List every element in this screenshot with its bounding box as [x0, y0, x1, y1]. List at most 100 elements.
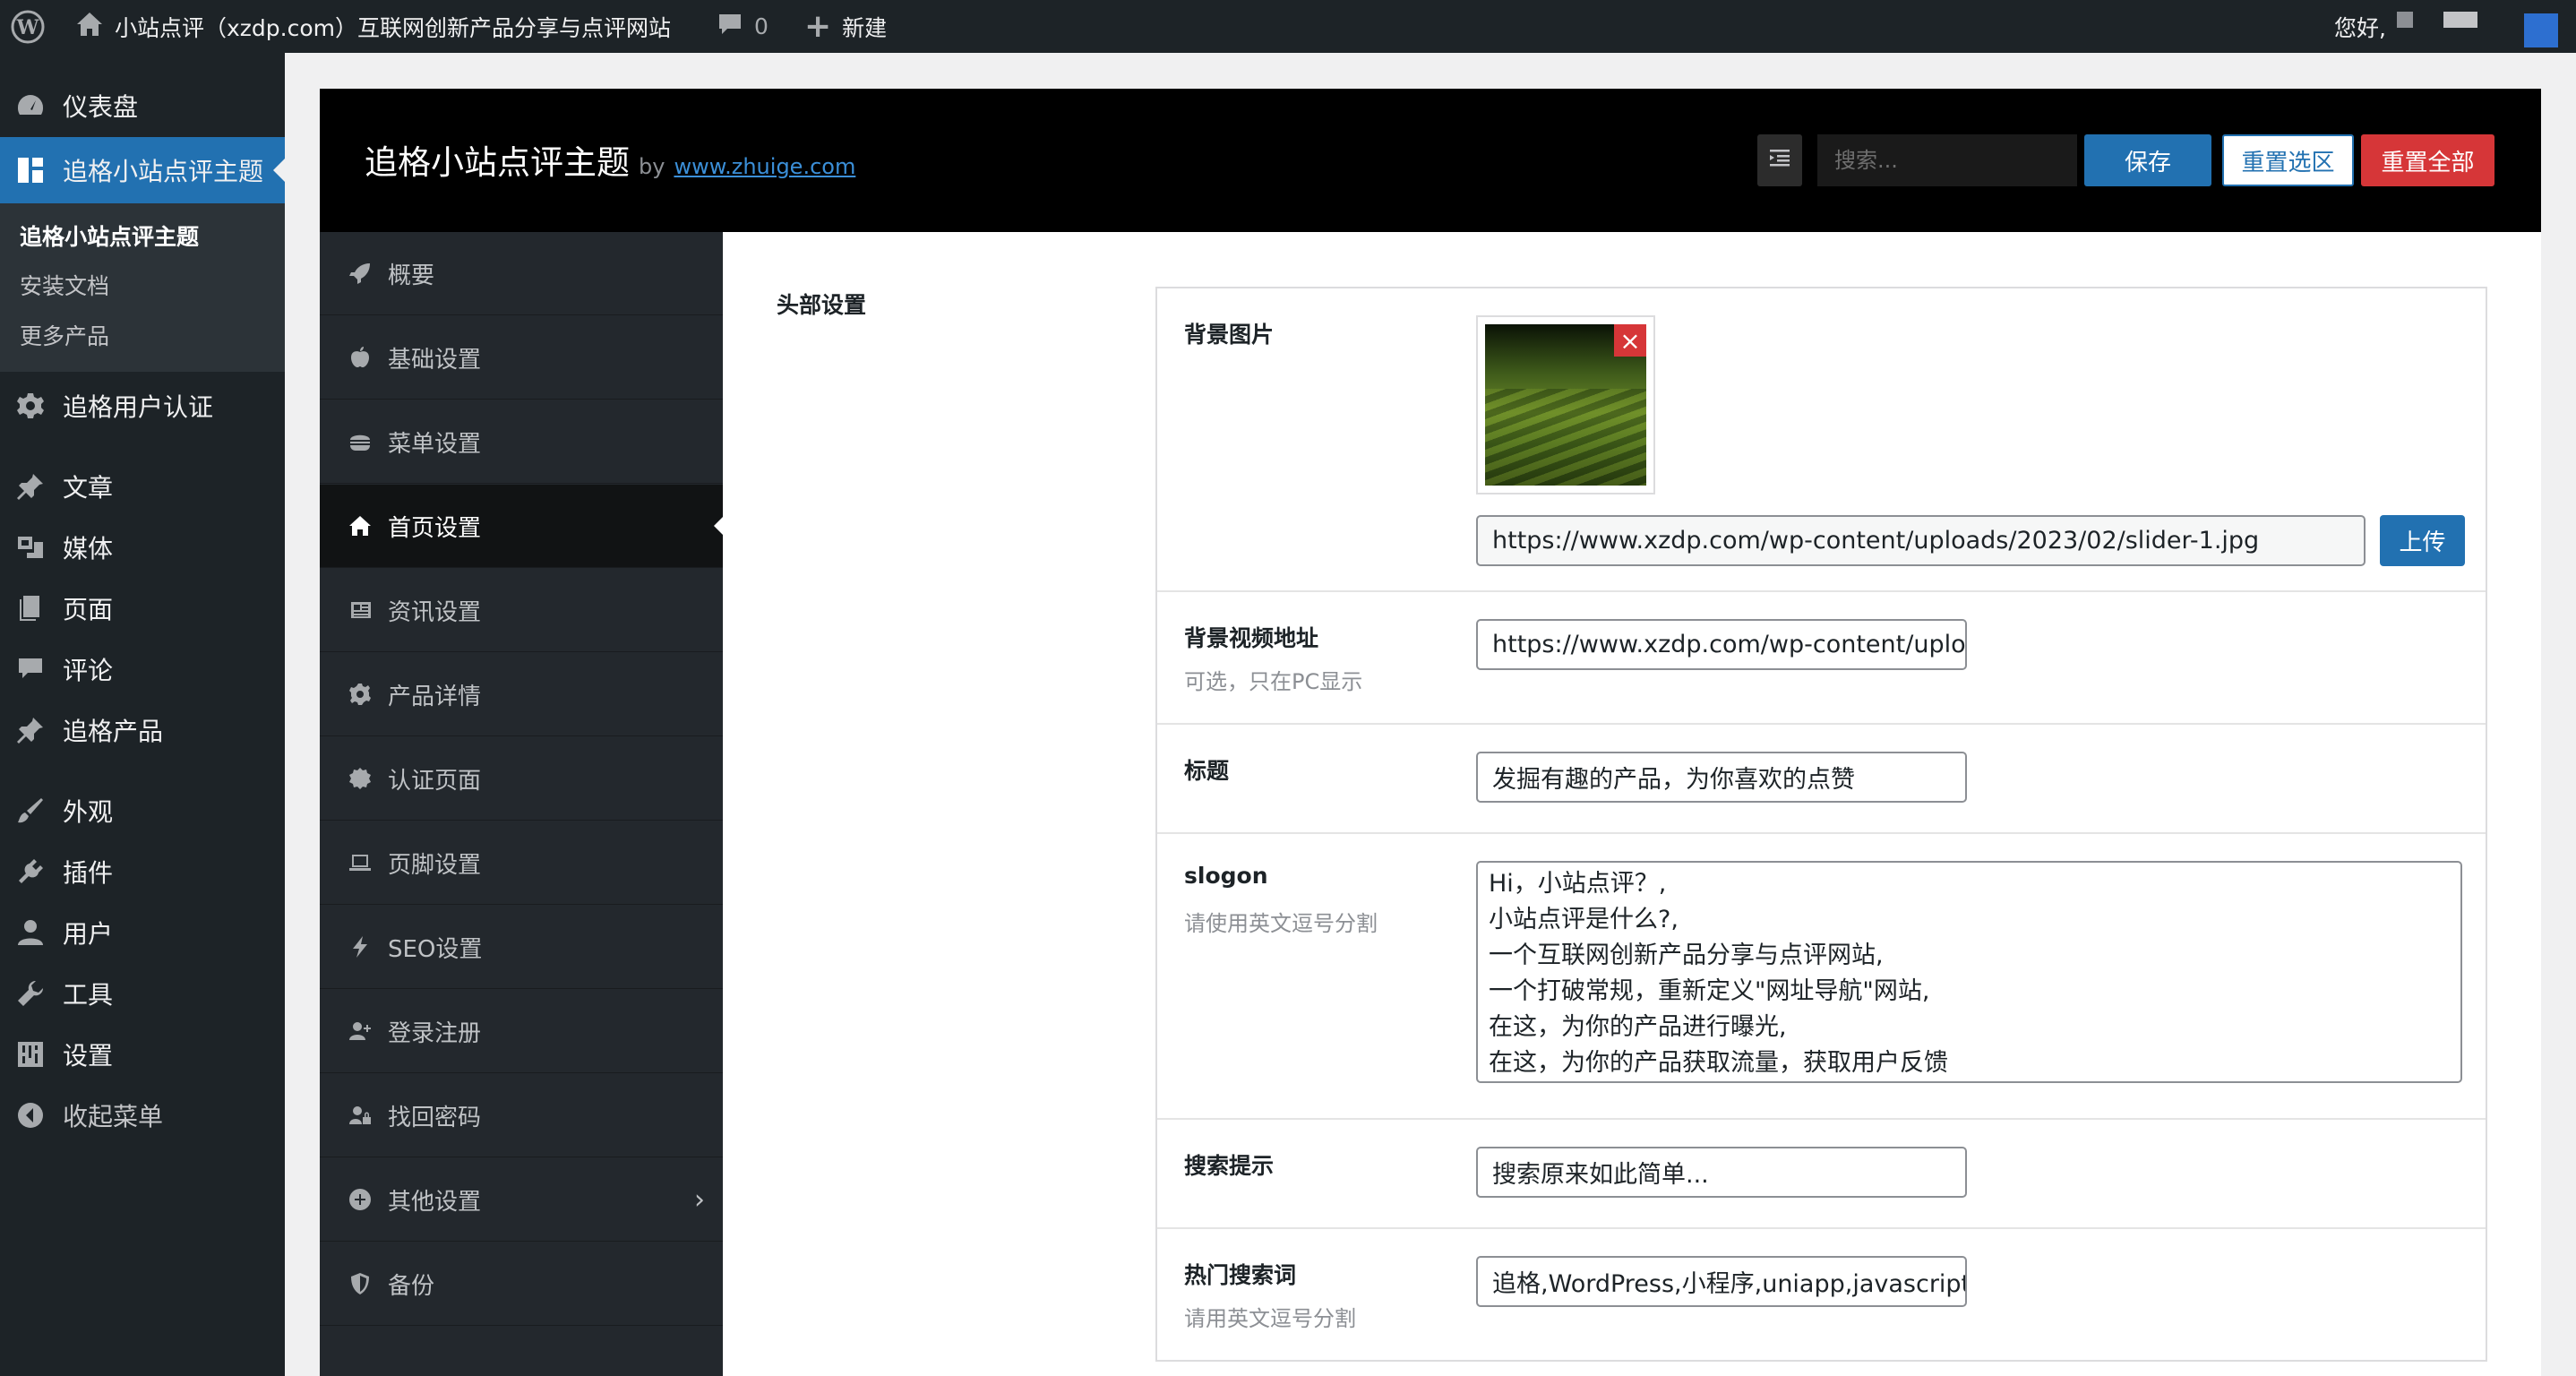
hot-words-input[interactable]: 追格,WordPress,小程序,uniapp,javascript: [1476, 1256, 1967, 1307]
nav-label: 产品详情: [388, 683, 482, 710]
nav-item-basic[interactable]: 基础设置: [320, 316, 723, 400]
pin-icon: [14, 714, 47, 746]
nav-item-password[interactable]: 找回密码: [320, 1074, 723, 1157]
nav-label: 登录注册: [388, 1019, 482, 1047]
nav-item-overview[interactable]: 概要: [320, 232, 723, 315]
title-input[interactable]: 发掘有趣的产品，为你喜欢的点赞: [1476, 752, 1967, 803]
nav-label: 页脚设置: [388, 851, 482, 879]
nav-item-product-detail[interactable]: 产品详情: [320, 653, 723, 736]
textarea-line: 一个互联网创新产品分享与点评网站,: [1489, 942, 1884, 969]
nav-item-login[interactable]: 登录注册: [320, 990, 723, 1073]
menu-appearance[interactable]: 外观: [0, 785, 285, 837]
menu-label: 收起菜单: [63, 1102, 164, 1131]
chevron-right-icon: ›: [694, 1183, 705, 1216]
panel-title: 追格小站点评主题 by www.zhuige.com: [365, 135, 855, 184]
textarea-line: 在这，为你的产品进行曝光,: [1489, 1013, 1787, 1041]
menu-tools[interactable]: 工具: [0, 968, 285, 1019]
nav-item-seo[interactable]: SEO设置: [320, 906, 723, 989]
submenu-install-docs[interactable]: 安装文档: [20, 269, 109, 301]
menu-users[interactable]: 用户: [0, 907, 285, 959]
brush-icon: [14, 795, 47, 827]
menu-label: 评论: [63, 656, 114, 685]
submenu-more-products[interactable]: 更多产品: [20, 319, 109, 351]
options-panel-header: 追格小站点评主题 by www.zhuige.com 保存 重置选区 重置全部: [320, 89, 2541, 232]
menu-label: 工具: [63, 980, 114, 1010]
new-label: 新建: [842, 14, 888, 41]
menu-label: 仪表盘: [63, 92, 139, 122]
nav-item-footer[interactable]: 页脚设置: [320, 821, 723, 905]
author-link[interactable]: www.zhuige.com: [674, 154, 855, 179]
comment-icon: [717, 12, 743, 42]
nav-item-home[interactable]: 首页设置: [320, 485, 723, 568]
page-icon: [14, 592, 47, 624]
textarea-line: 小站点评是什么?,: [1489, 906, 1679, 933]
field-description: 请用英文逗号分割: [1184, 1306, 1356, 1331]
menu-posts[interactable]: 文章: [0, 460, 285, 512]
nav-item-certification[interactable]: 认证页面: [320, 737, 723, 821]
menu-user-auth[interactable]: 追格用户认证: [0, 380, 285, 432]
plus-icon: +: [804, 7, 832, 45]
field-hot-words: 热门搜索词 请用英文逗号分割 追格,WordPress,小程序,uniapp,j…: [1157, 1229, 2486, 1360]
reset-all-button[interactable]: 重置全部: [2361, 134, 2494, 186]
field-label: 搜索提示: [1184, 1153, 1275, 1179]
admin-bar: W 小站点评（xzdp.com）互联网创新产品分享与点评网站 0 + 新建 您好…: [0, 0, 2576, 53]
new-content-link[interactable]: + 新建: [804, 0, 887, 53]
menu-dashboard[interactable]: 仪表盘: [0, 80, 285, 132]
bolt-icon: [345, 935, 375, 959]
nav-item-other[interactable]: 其他设置 ›: [320, 1158, 723, 1242]
search-hint-input[interactable]: 搜索原来如此简单...: [1476, 1147, 1967, 1198]
nav-item-backup[interactable]: 备份: [320, 1243, 723, 1326]
menu-products[interactable]: 追格产品: [0, 704, 285, 756]
expand-collapse-button[interactable]: [1757, 134, 1802, 186]
gear-icon: [345, 683, 375, 706]
menu-label: 追格产品: [63, 717, 164, 746]
slogon-textarea[interactable]: Hi，小站点评？, 小站点评是什么?, 一个互联网创新产品分享与点评网站, 一个…: [1476, 861, 2462, 1083]
nav-label: 菜单设置: [388, 430, 482, 458]
field-description: 请使用英文逗号分割: [1184, 911, 1378, 936]
nav-item-news[interactable]: 资讯设置: [320, 569, 723, 652]
my-account-link[interactable]: 您好,: [2334, 0, 2477, 53]
search-input[interactable]: [1817, 134, 2077, 186]
comments-link[interactable]: 0: [717, 0, 769, 53]
menu-label: 追格小站点评主题: [63, 157, 264, 186]
badge-icon: [345, 767, 375, 790]
image-url-input[interactable]: https://www.xzdp.com/wp-content/uploads/…: [1476, 515, 2366, 566]
menu-media[interactable]: 媒体: [0, 521, 285, 573]
upload-button[interactable]: 上传: [2380, 515, 2465, 566]
settings-icon: [14, 1038, 47, 1071]
field-description: 可选，只在PC显示: [1184, 669, 1363, 694]
pin-icon: [14, 470, 47, 503]
field-bg-video: 背景视频地址 可选，只在PC显示 https://www.xzdp.com/wp…: [1157, 592, 2486, 725]
layout-icon: [14, 154, 47, 186]
menu-settings[interactable]: 设置: [0, 1028, 285, 1080]
nav-label: 备份: [388, 1272, 435, 1300]
save-button[interactable]: 保存: [2084, 134, 2211, 186]
menu-collapse[interactable]: 收起菜单: [0, 1089, 285, 1141]
field-label: 标题: [1184, 758, 1230, 784]
shield-icon: [345, 1272, 375, 1295]
field-label: slogon: [1184, 863, 1268, 889]
remove-image-button[interactable]: ×: [1614, 324, 1646, 357]
menu-label: 用户: [63, 919, 114, 949]
nav-label: 首页设置: [388, 514, 482, 542]
home-icon: [345, 514, 375, 538]
plugin-icon: [14, 856, 47, 888]
menu-label: 外观: [63, 797, 114, 827]
menu-theme[interactable]: 追格小站点评主题: [0, 137, 285, 203]
menu-pages[interactable]: 页面: [0, 582, 285, 634]
avatar[interactable]: [2524, 0, 2558, 53]
submenu-theme-settings[interactable]: 追格小站点评主题: [20, 219, 199, 252]
panel-by: by: [639, 154, 665, 179]
video-url-input[interactable]: https://www.xzdp.com/wp-content/uploa: [1476, 619, 1967, 670]
nav-item-menu[interactable]: 菜单设置: [320, 400, 723, 484]
nav-label: 基础设置: [388, 346, 482, 374]
menu-plugins[interactable]: 插件: [0, 846, 285, 898]
comment-icon: [14, 653, 47, 685]
section-title: 头部设置: [777, 292, 867, 318]
wordpress-logo-icon[interactable]: W: [11, 0, 45, 53]
list-indent-icon: [1768, 147, 1791, 174]
newspaper-icon: [345, 598, 375, 622]
reset-section-button[interactable]: 重置选区: [2222, 134, 2354, 186]
site-name-link[interactable]: 小站点评（xzdp.com）互联网创新产品分享与点评网站: [75, 0, 671, 53]
menu-comments[interactable]: 评论: [0, 643, 285, 695]
